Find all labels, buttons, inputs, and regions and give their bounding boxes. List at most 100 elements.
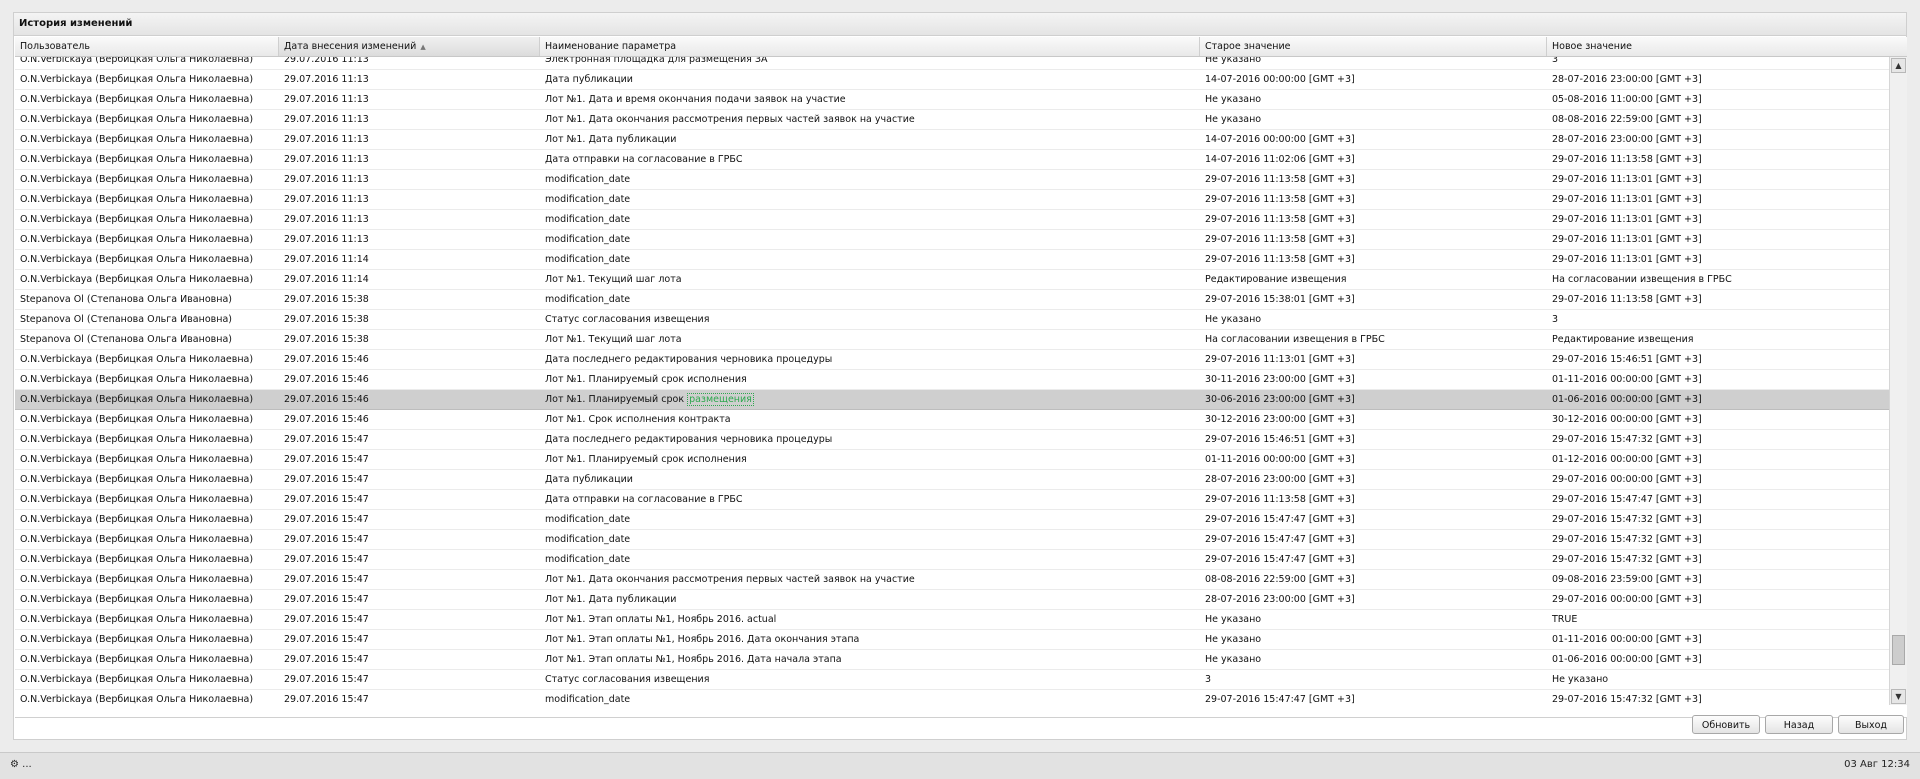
table-row[interactable]: O.N.Verbickaya (Вербицкая Ольга Николаев… bbox=[15, 570, 1889, 590]
cell-old-value: Не указано bbox=[1205, 634, 1262, 645]
table-row[interactable]: O.N.Verbickaya (Вербицкая Ольга Николаев… bbox=[15, 410, 1889, 430]
cell-old-value: 29-07-2016 15:47:47 [GMT +3] bbox=[1205, 554, 1355, 565]
table-row[interactable]: Stepanova Ol (Степанова Ольга Ивановна) 2… bbox=[15, 330, 1889, 350]
table-row[interactable]: O.N.Verbickaya (Вербицкая Ольга Николаев… bbox=[15, 510, 1889, 530]
table-row[interactable]: O.N.Verbickaya (Вербицкая Ольга Николаев… bbox=[15, 670, 1889, 690]
table-row[interactable]: O.N.Verbickaya (Вербицкая Ольга Николаев… bbox=[15, 210, 1889, 230]
chevron-down-icon[interactable]: ▼ bbox=[1891, 689, 1906, 704]
cell-new-value: 29-07-2016 15:46:51 [GMT +3] bbox=[1552, 354, 1702, 365]
cell-parameter: modification_date bbox=[545, 554, 631, 565]
table-row[interactable]: Stepanova Ol (Степанова Ольга Ивановна) 2… bbox=[15, 290, 1889, 310]
cell-date: 29.07.2016 11:13 bbox=[284, 94, 369, 105]
cell-new-value: 09-08-2016 23:59:00 [GMT +3] bbox=[1552, 574, 1702, 585]
table-row[interactable]: O.N.Verbickaya (Вербицкая Ольга Николаев… bbox=[15, 370, 1889, 390]
cell-old-value: 29-07-2016 11:13:58 [GMT +3] bbox=[1205, 234, 1355, 245]
table-row[interactable]: O.N.Verbickaya (Вербицкая Ольга Николаев… bbox=[15, 250, 1889, 270]
cell-new-value: 29-07-2016 11:13:58 [GMT +3] bbox=[1552, 154, 1702, 165]
column-header-new-value[interactable]: Новое значение bbox=[1547, 37, 1889, 56]
vertical-scrollbar[interactable]: ▲ ▼ bbox=[1889, 57, 1907, 705]
table-row[interactable]: O.N.Verbickaya (Вербицкая Ольга Николаев… bbox=[15, 630, 1889, 650]
cell-parameter: Лот №1. Планируемый срок исполнения bbox=[545, 454, 747, 465]
cell-old-value: 01-11-2016 00:00:00 [GMT +3] bbox=[1205, 454, 1355, 465]
cell-parameter: Лот №1. Этап оплаты №1, Ноябрь 2016. Дат… bbox=[545, 634, 860, 645]
cell-user: O.N.Verbickaya (Вербицкая Ольга Николаев… bbox=[20, 154, 254, 165]
cell-new-value: 3 bbox=[1552, 57, 1559, 65]
grid-header: Пользователь Дата внесения изменений ▲ На… bbox=[15, 37, 1907, 57]
table-row[interactable]: O.N.Verbickaya (Вербицкая Ольга Николаев… bbox=[15, 150, 1889, 170]
cell-parameter: modification_date bbox=[545, 294, 631, 305]
cell-user: O.N.Verbickaya (Вербицкая Ольга Николаев… bbox=[20, 674, 254, 685]
cell-date: 29.07.2016 15:47 bbox=[284, 654, 369, 665]
cell-date: 29.07.2016 15:46 bbox=[284, 394, 369, 405]
scrollbar-thumb[interactable] bbox=[1892, 635, 1905, 665]
table-row[interactable]: O.N.Verbickaya (Вербицкая Ольга Николаев… bbox=[15, 590, 1889, 610]
table-row[interactable]: O.N.Verbickaya (Вербицкая Ольга Николаев… bbox=[15, 70, 1889, 90]
cell-user: O.N.Verbickaya (Вербицкая Ольга Николаев… bbox=[20, 574, 254, 585]
table-row[interactable]: O.N.Verbickaya (Вербицкая Ольга Николаев… bbox=[15, 57, 1889, 70]
cell-new-value: 29-07-2016 15:47:32 [GMT +3] bbox=[1552, 534, 1702, 545]
table-row[interactable]: O.N.Verbickaya (Вербицкая Ольга Николаев… bbox=[15, 130, 1889, 150]
column-header-date[interactable]: Дата внесения изменений ▲ bbox=[279, 37, 540, 56]
cell-user: O.N.Verbickaya (Вербицкая Ольга Николаев… bbox=[20, 634, 254, 645]
cell-new-value: Не указано bbox=[1552, 674, 1609, 685]
cell-old-value: Не указано bbox=[1205, 57, 1262, 65]
table-row[interactable]: O.N.Verbickaya (Вербицкая Ольга Николаев… bbox=[15, 430, 1889, 450]
cell-new-value: На согласовании извещения в ГРБС bbox=[1552, 274, 1732, 285]
cell-date: 29.07.2016 11:13 bbox=[284, 57, 369, 65]
cell-user: O.N.Verbickaya (Вербицкая Ольга Николаев… bbox=[20, 554, 254, 565]
table-row[interactable]: Stepanova Ol (Степанова Ольга Ивановна) 2… bbox=[15, 310, 1889, 330]
cell-new-value: 28-07-2016 23:00:00 [GMT +3] bbox=[1552, 134, 1702, 145]
cell-parameter: modification_date bbox=[545, 194, 631, 205]
cell-new-value: 05-08-2016 11:00:00 [GMT +3] bbox=[1552, 94, 1702, 105]
table-row[interactable]: O.N.Verbickaya (Вербицкая Ольга Николаев… bbox=[15, 610, 1889, 630]
cell-user: O.N.Verbickaya (Вербицкая Ольга Николаев… bbox=[20, 194, 254, 205]
table-row[interactable]: O.N.Verbickaya (Вербицкая Ольга Николаев… bbox=[15, 350, 1889, 370]
table-row[interactable]: O.N.Verbickaya (Вербицкая Ольга Николаев… bbox=[15, 230, 1889, 250]
cell-parameter: Дата отправки на согласование в ГРБС bbox=[545, 154, 743, 165]
table-row[interactable]: O.N.Verbickaya (Вербицкая Ольга Николаев… bbox=[15, 270, 1889, 290]
cell-old-value: 28-07-2016 23:00:00 [GMT +3] bbox=[1205, 594, 1355, 605]
cell-date: 29.07.2016 15:47 bbox=[284, 614, 369, 625]
table-row[interactable]: O.N.Verbickaya (Вербицкая Ольга Николаев… bbox=[15, 450, 1889, 470]
table-row[interactable]: O.N.Verbickaya (Вербицкая Ольга Николаев… bbox=[15, 650, 1889, 670]
table-row[interactable]: O.N.Verbickaya (Вербицкая Ольга Николаев… bbox=[15, 490, 1889, 510]
table-row[interactable]: O.N.Verbickaya (Вербицкая Ольга Николаев… bbox=[15, 470, 1889, 490]
column-header-parameter[interactable]: Наименование параметра bbox=[540, 37, 1200, 56]
exit-button[interactable]: Выход bbox=[1838, 715, 1904, 734]
status-bar: ⚙ ... 03 Авг 12:34 bbox=[0, 752, 1920, 779]
column-header-old-value[interactable]: Старое значение bbox=[1200, 37, 1547, 56]
cell-parameter: modification_date bbox=[545, 514, 631, 525]
chevron-up-icon[interactable]: ▲ bbox=[1891, 58, 1906, 73]
cell-parameter: modification_date bbox=[545, 254, 631, 265]
refresh-button[interactable]: Обновить bbox=[1692, 715, 1760, 734]
cell-date: 29.07.2016 15:47 bbox=[284, 594, 369, 605]
cell-old-value: 29-07-2016 11:13:58 [GMT +3] bbox=[1205, 254, 1355, 265]
table-row[interactable]: O.N.Verbickaya (Вербицкая Ольга Николаев… bbox=[15, 390, 1889, 410]
search-highlight: размещения bbox=[687, 393, 754, 406]
cell-user: O.N.Verbickaya (Вербицкая Ольга Николаев… bbox=[20, 414, 254, 425]
table-row[interactable]: O.N.Verbickaya (Вербицкая Ольга Николаев… bbox=[15, 190, 1889, 210]
cell-old-value: 29-07-2016 15:47:47 [GMT +3] bbox=[1205, 694, 1355, 705]
cell-user: O.N.Verbickaya (Вербицкая Ольга Николаев… bbox=[20, 354, 254, 365]
cell-user: O.N.Verbickaya (Вербицкая Ольга Николаев… bbox=[20, 694, 254, 705]
column-header-user[interactable]: Пользователь bbox=[15, 37, 279, 56]
table-row[interactable]: O.N.Verbickaya (Вербицкая Ольга Николаев… bbox=[15, 550, 1889, 570]
cell-user: O.N.Verbickaya (Вербицкая Ольга Николаев… bbox=[20, 374, 254, 385]
table-row[interactable]: O.N.Verbickaya (Вербицкая Ольга Николаев… bbox=[15, 530, 1889, 550]
table-row[interactable]: O.N.Verbickaya (Вербицкая Ольга Николаев… bbox=[15, 110, 1889, 130]
cell-old-value: Не указано bbox=[1205, 114, 1262, 125]
cell-date: 29.07.2016 11:14 bbox=[284, 254, 369, 265]
cell-date: 29.07.2016 11:13 bbox=[284, 154, 369, 165]
cell-new-value: 29-07-2016 11:13:01 [GMT +3] bbox=[1552, 194, 1702, 205]
cell-new-value: 29-07-2016 15:47:32 [GMT +3] bbox=[1552, 694, 1702, 705]
table-row[interactable]: O.N.Verbickaya (Вербицкая Ольга Николаев… bbox=[15, 170, 1889, 190]
table-row[interactable]: O.N.Verbickaya (Вербицкая Ольга Николаев… bbox=[15, 690, 1889, 705]
change-history-window: История изменений Пользователь Дата внес… bbox=[13, 12, 1907, 740]
back-button[interactable]: Назад bbox=[1765, 715, 1833, 734]
table-row[interactable]: O.N.Verbickaya (Вербицкая Ольга Николаев… bbox=[15, 90, 1889, 110]
cell-new-value: 29-07-2016 00:00:00 [GMT +3] bbox=[1552, 474, 1702, 485]
grid-body[interactable]: O.N.Verbickaya (Вербицкая Ольга Николаев… bbox=[15, 57, 1889, 705]
cell-parameter: modification_date bbox=[545, 694, 631, 705]
history-grid: Пользователь Дата внесения изменений ▲ На… bbox=[15, 37, 1907, 718]
cell-date: 29.07.2016 11:13 bbox=[284, 134, 369, 145]
